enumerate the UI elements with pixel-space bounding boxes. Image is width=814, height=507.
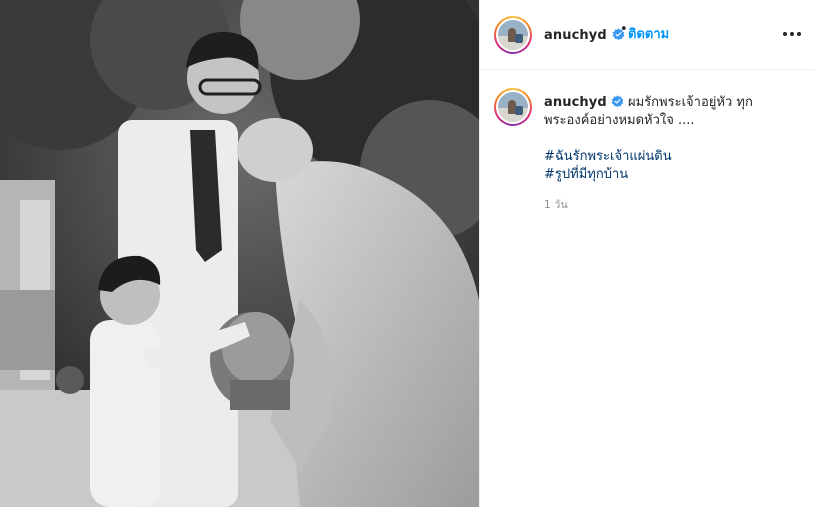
instagram-post: anuchyd • ติดตาม anuchyd ผมรักพระเจ้าอยู… (0, 0, 814, 507)
avatar-image (498, 20, 528, 50)
post-header: anuchyd • ติดตาม (480, 0, 814, 70)
follow-button[interactable]: ติดตาม (628, 23, 669, 44)
hashtag-link[interactable]: #ฉันรักพระเจ้าแผ่นดิน (544, 148, 794, 166)
post-side-panel: anuchyd • ติดตาม anuchyd ผมรักพระเจ้าอยู… (479, 0, 814, 507)
profile-avatar[interactable] (494, 16, 532, 54)
header-username-row: anuchyd (544, 24, 625, 43)
caption-username-link[interactable]: anuchyd (544, 95, 607, 110)
caption-body: anuchyd ผมรักพระเจ้าอยู่หัว ทุก พระองค์อ… (544, 94, 794, 214)
post-photo[interactable] (0, 0, 479, 507)
caption-line-2: พระองค์อย่างหมดหัวใจ .... (544, 113, 695, 128)
username-link[interactable]: anuchyd (544, 28, 607, 43)
black-and-white-photo (0, 0, 479, 507)
header-separator: • (620, 22, 628, 37)
more-horizontal-icon[interactable] (780, 24, 804, 44)
hashtag-list: #ฉันรักพระเจ้าแผ่นดิน #รูปที่มีทุกบ้าน (544, 148, 794, 184)
caption-text: anuchyd ผมรักพระเจ้าอยู่หัว ทุก พระองค์อ… (544, 94, 794, 130)
hashtag-link[interactable]: #รูปที่มีทุกบ้าน (544, 166, 794, 184)
caption-line-1: ผมรักพระเจ้าอยู่หัว ทุก (628, 95, 753, 110)
verified-badge-icon (611, 95, 624, 108)
post-timestamp[interactable]: 1 วัน (544, 196, 794, 214)
avatar-image (498, 92, 528, 122)
caption-avatar[interactable] (494, 88, 532, 126)
